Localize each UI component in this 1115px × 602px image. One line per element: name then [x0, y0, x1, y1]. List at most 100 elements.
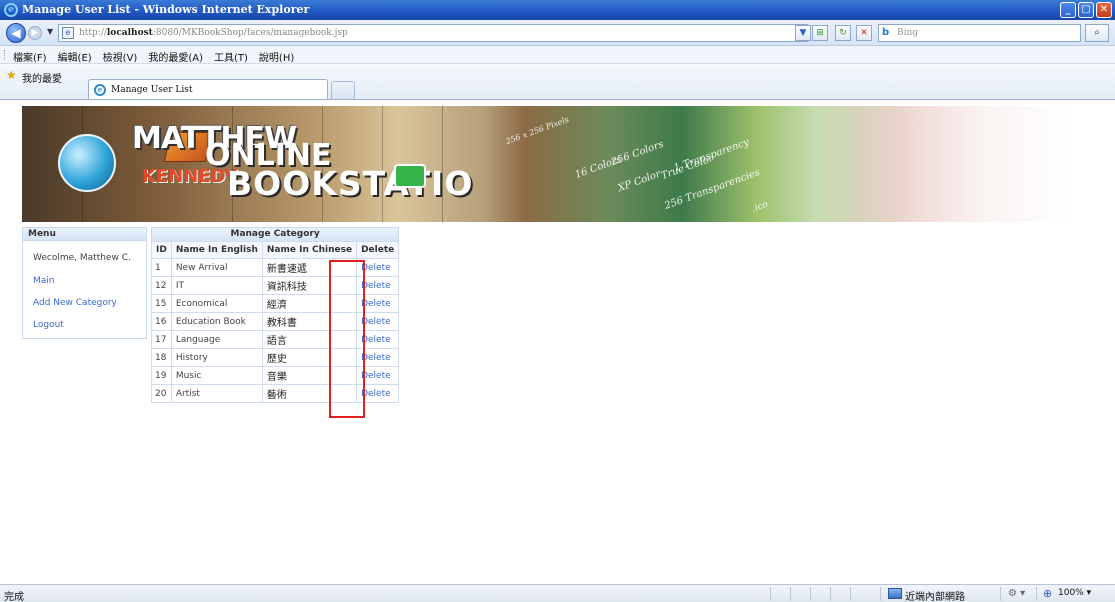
status-divider — [1036, 587, 1037, 601]
delete-link[interactable]: Delete — [361, 389, 391, 399]
delete-link[interactable]: Delete — [361, 317, 391, 327]
header-id: ID — [151, 241, 172, 259]
banner-decor-text: XP Color — [616, 168, 663, 195]
favorites-star-icon[interactable]: ★ — [6, 68, 17, 82]
menu-tools[interactable]: 工具(T) — [214, 49, 248, 64]
delete-link[interactable]: Delete — [361, 281, 391, 291]
favorites-bar: ★ 我的最愛 e Manage User List — [0, 64, 1115, 100]
new-tab-button[interactable] — [331, 81, 355, 100]
zoom-level[interactable]: 100% ▾ — [1058, 588, 1091, 598]
logo-kennedy: KENNEDY — [142, 166, 238, 187]
tab-manage-user-list[interactable]: e Manage User List — [88, 79, 328, 100]
status-divider — [1000, 587, 1001, 601]
forward-icon[interactable]: ▶ — [28, 26, 42, 40]
status-bar: 完成 近端內部網路 ⚙ ▾ ⊕ 100% ▾ — [0, 584, 1115, 602]
history-dropdown-icon[interactable]: ▼ — [47, 27, 53, 36]
browser-window: e Manage User List - Windows Internet Ex… — [0, 0, 1115, 602]
header-delete: Delete — [356, 241, 400, 259]
url-field[interactable]: e http://localhost:8080/MKBookShop/faces… — [58, 24, 808, 42]
cell-name-english: History — [170, 348, 263, 367]
delete-link[interactable]: Delete — [361, 371, 391, 381]
menu-favorites[interactable]: 我的最愛(A) — [148, 49, 203, 64]
search-icon[interactable]: ⌕ — [1085, 24, 1109, 42]
banner-decor-text: 256 Colors — [609, 138, 666, 169]
header-name-english: Name In English — [170, 241, 263, 259]
logo-bookstation: BOOKSTATIO — [227, 164, 474, 203]
table-title: Manage Category — [151, 227, 400, 241]
status-text: 完成 — [4, 592, 24, 602]
menu-link-add-category[interactable]: Add New Category — [33, 298, 117, 308]
maximize-button[interactable]: ▢ — [1078, 2, 1094, 18]
welcome-text: Wecolme, Matthew C. — [33, 253, 131, 263]
cell-name-english: IT — [170, 276, 263, 295]
refresh-icon[interactable]: ↻ — [835, 25, 851, 41]
cell-id: 17 — [151, 330, 172, 349]
status-divider — [830, 587, 831, 601]
status-divider — [790, 587, 791, 601]
stop-icon[interactable]: ✕ — [856, 25, 872, 41]
cell-name-english: Education Book — [170, 312, 263, 331]
cell-name-english: Economical — [170, 294, 263, 313]
cell-id: 15 — [151, 294, 172, 313]
search-placeholder: Bing — [897, 28, 919, 38]
delete-link[interactable]: Delete — [361, 299, 391, 309]
status-divider — [880, 587, 881, 601]
status-divider — [810, 587, 811, 601]
menu-edit[interactable]: 編輯(E) — [58, 49, 92, 64]
banner-decor-text: 1 Transparency — [672, 136, 751, 175]
delete-link[interactable]: Delete — [361, 263, 391, 273]
tab-divider — [0, 99, 1115, 102]
back-icon[interactable]: ◀ — [6, 23, 26, 43]
cell-id: 18 — [151, 348, 172, 367]
cell-name-english: New Arrival — [170, 258, 263, 277]
toolbar-grip — [4, 50, 6, 60]
tab-title: Manage User List — [111, 85, 193, 95]
delete-link[interactable]: Delete — [361, 335, 391, 345]
site-banner: MATTHEW ONLINE KENNEDY BOOKSTATIO 256 x … — [22, 106, 1070, 222]
title-bar: e Manage User List - Windows Internet Ex… — [0, 0, 1115, 20]
menu-link-logout[interactable]: Logout — [33, 320, 64, 330]
cell-id: 19 — [151, 366, 172, 385]
cell-name-english: Music — [170, 366, 263, 385]
window-title: Manage User List - Windows Internet Expl… — [22, 3, 310, 16]
menu-title: Menu — [23, 228, 146, 241]
compat-view-icon[interactable]: ⊞ — [812, 25, 828, 41]
zone-text[interactable]: 近端內部網路 — [905, 588, 965, 602]
status-divider — [770, 587, 771, 601]
url-text[interactable]: http://localhost:8080/MKBookShop/faces/m… — [79, 28, 348, 38]
globe-icon — [58, 134, 116, 192]
bing-icon: b — [882, 27, 890, 38]
menu-view[interactable]: 檢視(V) — [103, 49, 138, 64]
delete-link[interactable]: Delete — [361, 353, 391, 363]
intranet-zone-icon — [888, 588, 902, 599]
header-name-chinese: Name In Chinese — [261, 241, 358, 259]
menu-link-main[interactable]: Main — [33, 276, 55, 286]
cell-name-english: Artist — [170, 384, 263, 403]
page-icon: e — [62, 27, 74, 39]
delete-column-highlight — [329, 260, 365, 418]
banner-decor-text: 256 x 256 Pixels — [504, 114, 571, 147]
favorites-label[interactable]: 我的最愛 — [22, 70, 62, 85]
cell-name-english: Language — [170, 330, 263, 349]
banner-decor-text: .ico — [750, 199, 770, 215]
url-dropdown-icon[interactable]: ▼ — [795, 25, 811, 41]
table-header-row: ID Name In English Name In Chinese Delet… — [151, 241, 400, 259]
status-divider — [850, 587, 851, 601]
side-menu: Menu Wecolme, Matthew C. Main Add New Ca… — [22, 227, 147, 339]
menu-bar: 檔案(F) 編輯(E) 檢視(V) 我的最愛(A) 工具(T) 說明(H) — [0, 46, 1115, 64]
tab-ie-icon: e — [94, 84, 106, 96]
zoom-icon[interactable]: ⊕ — [1043, 587, 1052, 600]
menu-file[interactable]: 檔案(F) — [13, 49, 47, 64]
search-input[interactable]: b Bing — [878, 24, 1081, 42]
protected-mode-icon[interactable]: ⚙ ▾ — [1008, 588, 1025, 599]
close-button[interactable]: ✕ — [1096, 2, 1112, 18]
cart-icon — [394, 164, 426, 188]
cell-id: 20 — [151, 384, 172, 403]
cell-id: 1 — [151, 258, 172, 277]
ie-logo-icon: e — [4, 3, 18, 17]
address-bar: ◀ ▶ ▼ e http://localhost:8080/MKBookShop… — [0, 20, 1115, 46]
cell-id: 16 — [151, 312, 172, 331]
menu-help[interactable]: 說明(H) — [259, 49, 294, 64]
cell-id: 12 — [151, 276, 172, 295]
minimize-button[interactable]: _ — [1060, 2, 1076, 18]
